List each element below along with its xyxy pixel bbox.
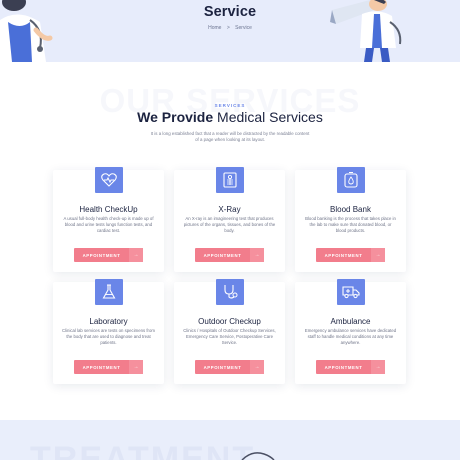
appointment-button-label: APPOINTMENT <box>82 252 121 258</box>
arrow-right-icon: → <box>371 360 385 374</box>
stethoscope-decoration-icon <box>241 452 275 460</box>
section-heading-bold: We Provide <box>137 109 214 125</box>
breadcrumb-home-link[interactable]: Home <box>208 25 221 31</box>
appointment-button[interactable]: APPOINTMENT → <box>195 360 264 374</box>
flask-icon <box>95 279 123 305</box>
card-title: Ambulance <box>330 317 371 326</box>
section-subtitle: It is a long established fact that a rea… <box>150 131 310 143</box>
arrow-right-icon: → <box>250 360 264 374</box>
treatment-background-word: TREATMENT <box>30 440 256 460</box>
appointment-button[interactable]: APPOINTMENT → <box>316 360 385 374</box>
card-text: Clinical lab services are tests on speci… <box>62 328 155 346</box>
stethoscope-icon <box>216 279 244 305</box>
section-heading: We Provide Medical Services <box>0 109 460 125</box>
arrow-right-icon: → <box>129 248 143 262</box>
service-card-ambulance: Ambulance Emergency ambulance services h… <box>295 279 406 384</box>
xray-icon <box>216 167 244 193</box>
appointment-button-label: APPOINTMENT <box>324 252 363 258</box>
card-text: A usual full-body health check-up is mad… <box>63 216 154 234</box>
heart-monitor-icon <box>95 167 123 193</box>
arrow-right-icon: → <box>129 360 143 374</box>
card-text: Emergency ambulance services have dedica… <box>304 328 397 346</box>
appointment-button-label: APPOINTMENT <box>82 364 121 370</box>
section-heading-rest: Medical Services <box>213 109 323 125</box>
breadcrumb-current: Service <box>235 25 252 31</box>
page-banner: Service Home > Service <box>0 0 460 62</box>
breadcrumb-separator: > <box>226 25 230 31</box>
card-text: An X-ray is an imagineering test that pr… <box>183 216 276 234</box>
appointment-button-label: APPOINTMENT <box>203 364 242 370</box>
treatment-section: TREATMENT <box>0 420 460 460</box>
card-text: Clinics / Hospitals of Outdoor Checkup S… <box>183 328 276 346</box>
appointment-button[interactable]: APPOINTMENT → <box>195 248 264 262</box>
card-title: Outdoor Checkup <box>198 317 261 326</box>
breadcrumb: Home > Service <box>0 25 460 31</box>
service-card-laboratory: Laboratory Clinical lab services are tes… <box>53 279 164 384</box>
blood-drop-icon <box>337 167 365 193</box>
card-text: Blood banking is the process that takes … <box>305 216 396 234</box>
card-title: Health CheckUp <box>79 205 138 214</box>
card-title: Laboratory <box>89 317 128 326</box>
arrow-right-icon: → <box>371 248 385 262</box>
appointment-button[interactable]: APPOINTMENT → <box>316 248 385 262</box>
appointment-button[interactable]: APPOINTMENT → <box>74 360 143 374</box>
ambulance-icon <box>337 279 365 305</box>
card-title: X-Ray <box>218 205 241 214</box>
page-title: Service <box>203 4 257 20</box>
service-card-xray: X-Ray An X-ray is an imagineering test t… <box>174 167 285 272</box>
appointment-button-label: APPOINTMENT <box>203 252 242 258</box>
arrow-right-icon: → <box>250 248 264 262</box>
service-card-blood-bank: Blood Bank Blood banking is the process … <box>295 167 406 272</box>
service-card-health-checkup: Health CheckUp A usual full-body health … <box>53 167 164 272</box>
service-card-outdoor-checkup: Outdoor Checkup Clinics / Hospitals of O… <box>174 279 285 384</box>
section-eyebrow: SERVICES <box>214 103 246 108</box>
appointment-button-label: APPOINTMENT <box>324 364 363 370</box>
card-title: Blood Bank <box>330 205 371 214</box>
appointment-button[interactable]: APPOINTMENT → <box>74 248 143 262</box>
